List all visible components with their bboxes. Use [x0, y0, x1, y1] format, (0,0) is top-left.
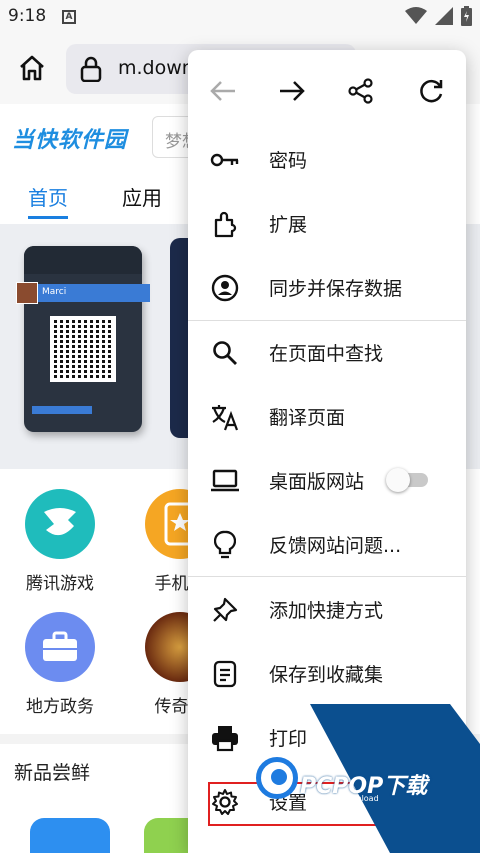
menu-item-add-shortcut[interactable]: 添加快捷方式	[188, 577, 466, 641]
menu-item-sync[interactable]: 同步并保存数据	[188, 255, 466, 319]
app-label: 腾讯游戏	[26, 574, 94, 594]
reload-icon	[420, 79, 443, 103]
key-icon	[210, 145, 240, 175]
qr-code	[50, 316, 116, 382]
avatar	[16, 282, 38, 304]
menu-item-label: 扩展	[269, 214, 308, 236]
menu-item-label: 桌面版网站	[269, 471, 365, 493]
home-button[interactable]	[12, 48, 52, 88]
url-text: m.down	[118, 57, 194, 79]
menu-item-translate[interactable]: 翻译页面	[188, 384, 466, 448]
share-icon	[348, 78, 373, 104]
menu-nav-row	[188, 50, 466, 128]
status-bar: 9:18 A	[0, 0, 480, 34]
printer-icon	[210, 723, 240, 753]
app-local-government[interactable]: 地方政务	[10, 612, 110, 717]
pin-icon	[210, 595, 240, 625]
notification-icon: A	[62, 10, 76, 24]
app-tencent-games[interactable]: 腾讯游戏	[10, 489, 110, 594]
back-button[interactable]	[206, 74, 240, 108]
laptop-icon	[210, 466, 240, 496]
briefcase-icon	[25, 612, 95, 682]
tab-apps[interactable]: 应用	[122, 182, 162, 211]
toggle-knob	[386, 468, 410, 492]
account-circle-icon	[210, 273, 240, 303]
watermark-logo-icon	[256, 757, 298, 799]
menu-item-save-to-collection[interactable]: 保存到收藏集	[188, 641, 466, 705]
status-time: 9:18	[8, 6, 47, 26]
menu-item-report-issue[interactable]: 反馈网站问题...	[188, 512, 466, 576]
share-button[interactable]	[344, 74, 378, 108]
lock-icon	[80, 56, 102, 82]
active-tab-indicator	[28, 216, 68, 219]
watermark-subtitle: PCPOP Download	[310, 794, 379, 803]
desktop-site-toggle[interactable]	[386, 468, 430, 492]
signal-icon	[435, 7, 453, 25]
home-icon	[20, 55, 44, 81]
lightbulb-icon	[210, 530, 240, 560]
menu-item-label: 同步并保存数据	[269, 278, 403, 300]
menu-item-label: 在页面中查找	[269, 343, 384, 365]
menu-item-label: 反馈网站问题...	[269, 535, 402, 557]
puzzle-icon	[210, 209, 240, 239]
forward-button[interactable]	[275, 74, 309, 108]
menu-item-label: 添加快捷方式	[269, 600, 384, 622]
collection-icon	[210, 659, 240, 689]
status-icons	[405, 6, 472, 26]
menu-item-label: 保存到收藏集	[269, 664, 384, 686]
menu-item-passwords[interactable]: 密码	[188, 127, 466, 191]
menu-item-label: 密码	[269, 150, 308, 172]
new-app-icon-2[interactable]	[144, 818, 194, 853]
new-app-icon-1[interactable]	[30, 818, 110, 853]
phone-header	[24, 246, 142, 274]
section-title: 新品尝鲜	[14, 762, 91, 784]
phone-mockup: Marci	[16, 246, 150, 432]
menu-item-desktop-site[interactable]: 桌面版网站	[188, 448, 466, 512]
arrow-right-icon	[280, 81, 305, 101]
menu-item-extensions[interactable]: 扩展	[188, 191, 466, 255]
translate-icon	[210, 402, 240, 432]
menu-item-find-in-page[interactable]: 在页面中查找	[188, 320, 466, 384]
search-icon	[210, 338, 240, 368]
tab-home[interactable]: 首页	[28, 182, 68, 211]
tencent-games-icon	[25, 489, 95, 559]
app-label: 地方政务	[26, 697, 94, 717]
battery-icon	[461, 6, 472, 26]
menu-item-label: 翻译页面	[269, 407, 346, 429]
reload-button[interactable]	[414, 74, 448, 108]
phone-footer-bar	[32, 406, 92, 414]
wifi-icon	[405, 7, 427, 24]
site-logo[interactable]: 当快软件园	[12, 122, 127, 154]
arrow-left-icon	[210, 81, 235, 101]
